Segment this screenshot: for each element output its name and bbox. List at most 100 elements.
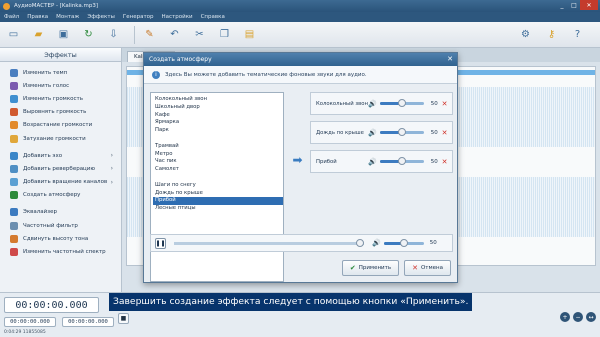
cancel-button[interactable]: ✕ Отмена xyxy=(404,260,451,276)
record-icon[interactable]: ✎ xyxy=(140,25,159,44)
effect-icon xyxy=(10,81,18,90)
help-icon[interactable]: ? xyxy=(568,25,587,44)
speaker-icon[interactable]: 🔊 xyxy=(372,239,381,247)
effects-list: Изменить темп Изменить голос Изменить гром… xyxy=(0,62,121,259)
menu-effects[interactable]: Эффекты xyxy=(87,14,115,20)
effect-icon xyxy=(10,234,18,243)
delete-icon[interactable]: ✕ xyxy=(441,101,448,108)
speaker-icon[interactable]: 🔊 xyxy=(368,129,377,137)
zoom-fit-icon[interactable]: ↔ xyxy=(586,312,596,322)
added-sound-row: Колокольный звон 🔊 50 ✕ xyxy=(310,92,453,115)
sound-list-item[interactable]: Ярмарка xyxy=(153,119,283,127)
minimize-icon[interactable]: _ xyxy=(556,0,568,10)
check-icon: ✔ xyxy=(349,264,356,272)
sidebar-item-label: Создать атмосферу xyxy=(23,192,81,199)
sound-list-item[interactable]: Час пик xyxy=(153,158,283,166)
sound-volume-slider[interactable] xyxy=(379,99,424,107)
sidebar-item[interactable]: Создать атмосферу xyxy=(0,189,121,202)
menu-file[interactable]: Файл xyxy=(4,14,19,20)
sidebar-item[interactable]: Изменить голос xyxy=(0,79,121,92)
sound-list-item[interactable]: Лесные птицы xyxy=(153,205,283,213)
add-arrow-icon[interactable]: ➡ xyxy=(288,153,307,167)
sound-list-item[interactable]: Колокольный звон xyxy=(153,96,283,104)
sidebar-item[interactable]: Эквалайзер xyxy=(0,206,121,219)
sidebar-item[interactable]: Возрастание громкости xyxy=(0,119,121,132)
sound-volume-slider[interactable] xyxy=(379,128,424,136)
effect-icon xyxy=(10,191,18,200)
sidebar-item-label: Эквалайзер xyxy=(23,209,58,216)
sound-list-item[interactable]: Самолет xyxy=(153,166,283,174)
key-icon[interactable]: ⚷ xyxy=(542,25,561,44)
sidebar-item[interactable]: Сдвинуть высоту тона xyxy=(0,232,121,245)
pause-icon[interactable]: ❚❚ xyxy=(155,237,166,249)
zoom-out-icon[interactable]: − xyxy=(573,312,583,322)
toolbar-divider xyxy=(134,25,135,44)
sidebar-item[interactable]: Выровнять громкость xyxy=(0,106,121,119)
maximize-icon[interactable]: □ xyxy=(568,0,580,10)
effect-icon xyxy=(10,68,18,77)
effect-icon xyxy=(10,134,18,143)
menu-generator[interactable]: Генератор xyxy=(123,14,154,20)
sound-volume-knob[interactable] xyxy=(397,99,406,107)
selection-start[interactable]: 00:00:00.000 xyxy=(4,317,56,327)
sidebar-item[interactable]: Добавить вращение каналов › xyxy=(0,176,121,189)
playback-bar[interactable] xyxy=(174,238,365,247)
speaker-icon[interactable]: 🔊 xyxy=(368,158,377,166)
sidebar-item-label: Добавить вращение каналов xyxy=(23,179,108,186)
master-volume-knob[interactable] xyxy=(399,238,408,247)
export-icon[interactable]: ⇩ xyxy=(104,25,123,44)
dialog-close-icon[interactable]: ✕ xyxy=(447,53,453,66)
sidebar-item[interactable]: Затухание громкости xyxy=(0,132,121,145)
save-icon[interactable]: ▣ xyxy=(54,25,73,44)
effect-icon xyxy=(10,151,18,160)
cut-icon[interactable]: ✂ xyxy=(190,25,209,44)
sound-volume-slider[interactable] xyxy=(379,157,424,165)
sidebar-item-label: Добавить эхо xyxy=(23,152,63,159)
sound-list-item[interactable]: Парк xyxy=(153,127,283,135)
apply-button[interactable]: ✔ Применить xyxy=(341,260,400,276)
menu-help[interactable]: Справка xyxy=(201,14,225,20)
open-folder-icon[interactable]: ▰ xyxy=(29,25,48,44)
delete-icon[interactable]: ✕ xyxy=(441,130,448,137)
stop-icon[interactable]: ■ xyxy=(118,313,129,324)
gear-icon[interactable]: ⚙ xyxy=(516,25,535,44)
delete-icon[interactable]: ✕ xyxy=(441,159,448,166)
sound-list-item[interactable]: Школьный двор xyxy=(153,104,283,112)
menu-edit[interactable]: Правка xyxy=(27,14,48,20)
menu-settings[interactable]: Настройки xyxy=(162,14,193,20)
speaker-icon[interactable]: 🔊 xyxy=(368,100,377,108)
paste-icon[interactable]: ▤ xyxy=(240,25,259,44)
new-file-icon[interactable]: ▭ xyxy=(4,25,23,44)
sound-list-item[interactable]: Прибой xyxy=(153,197,283,206)
menu-montage[interactable]: Монтаж xyxy=(56,14,79,20)
playback-knob[interactable] xyxy=(356,238,365,247)
close-icon[interactable]: ✕ xyxy=(580,0,598,10)
undo-icon[interactable]: ↶ xyxy=(165,25,184,44)
sound-volume-knob[interactable] xyxy=(397,128,406,136)
sound-volume-value: 50 xyxy=(430,129,438,136)
submenu-arrow-icon: › xyxy=(110,165,113,173)
sound-list-item[interactable]: Трамвай xyxy=(153,143,283,151)
copy-icon[interactable]: ❐ xyxy=(215,25,234,44)
sound-list-item[interactable]: Кафе xyxy=(153,112,283,120)
master-volume-slider[interactable] xyxy=(383,238,424,247)
sidebar-item[interactable]: Добавить эхо › xyxy=(0,149,121,162)
selection-end[interactable]: 00:00:00.000 xyxy=(62,317,114,327)
refresh-icon[interactable]: ↻ xyxy=(79,25,98,44)
sidebar-item[interactable]: Изменить частотный спектр xyxy=(0,245,121,258)
sidebar-item[interactable]: Изменить громкость xyxy=(0,92,121,105)
added-sound-name: Дождь по крыше xyxy=(316,129,364,136)
sound-list-item[interactable]: Шаги по снегу xyxy=(153,182,283,190)
dialog-info: i Здесь Вы можете добавить тематические … xyxy=(144,66,457,84)
added-sound-row: Прибой 🔊 50 ✕ xyxy=(310,150,453,173)
dialog-title: Создать атмосферу xyxy=(149,56,212,63)
sound-volume-knob[interactable] xyxy=(397,157,406,165)
effect-icon xyxy=(10,108,18,117)
sound-list-item[interactable]: Метро xyxy=(153,151,283,159)
zoom-in-icon[interactable]: + xyxy=(560,312,570,322)
sound-list: Колокольный звон Школьный двор Кафе Ярмарка… xyxy=(150,92,284,282)
sidebar-item[interactable]: Изменить темп xyxy=(0,66,121,79)
sidebar-item[interactable]: Частотный фильтр xyxy=(0,219,121,232)
sidebar-item[interactable]: Добавить реверберацию › xyxy=(0,162,121,175)
submenu-arrow-icon: › xyxy=(110,152,113,160)
